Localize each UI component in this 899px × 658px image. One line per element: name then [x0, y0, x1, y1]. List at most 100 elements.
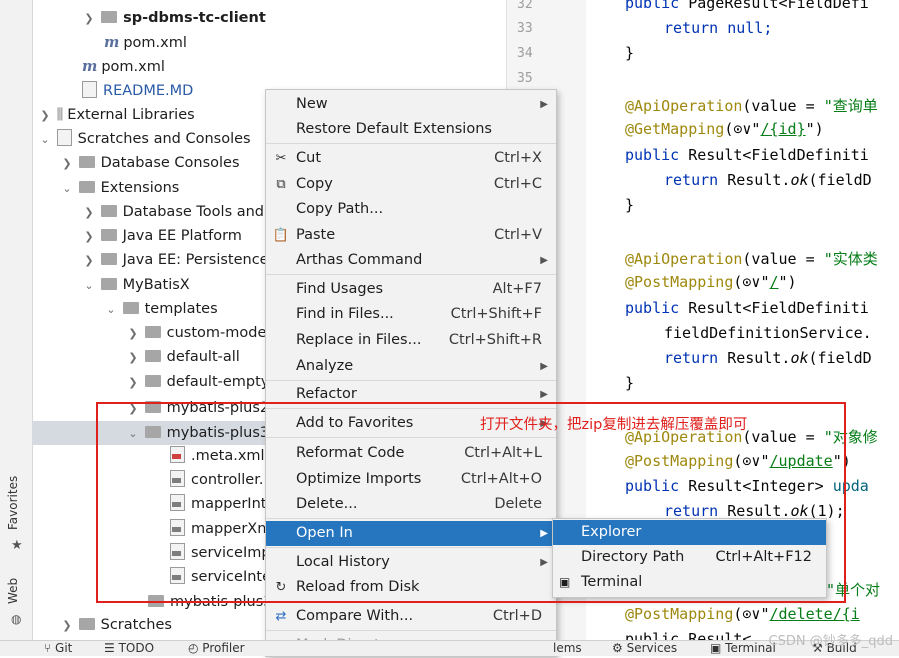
scissors-icon: ✂: [275, 151, 287, 166]
folder-icon: [100, 229, 117, 241]
code-line: @GetMapping(⊙∨"/{id}"): [625, 120, 824, 138]
chevron-right-icon[interactable]: ❯: [126, 346, 140, 370]
tab-terminal[interactable]: ▣ Terminal: [710, 641, 776, 656]
left-tool-strip: Favorites ★ Web ◍: [0, 0, 33, 655]
folder-icon: [78, 156, 95, 168]
code-line: fieldDefinitionService.: [664, 324, 872, 342]
tree-item-label: sp-dbms-tc-client: [123, 10, 266, 26]
menu-item-paste[interactable]: 📋 Paste Ctrl+V: [266, 223, 556, 248]
chevron-right-icon[interactable]: ❯: [82, 7, 96, 31]
code-line: @ApiOperation(value = "查询单: [625, 97, 878, 115]
chevron-right-icon[interactable]: ❯: [82, 201, 96, 225]
code-line: return Result.ok(fieldD: [664, 171, 872, 189]
bottom-tool-bar: ⑂ Git ☰ TODO ◴ Profiler lems ⚙ Services …: [0, 640, 899, 656]
menu-item-copy-path[interactable]: Copy Path...: [266, 197, 556, 222]
tab-problems[interactable]: lems: [553, 641, 582, 656]
chevron-down-icon[interactable]: ⌄: [104, 298, 118, 322]
tree-item-label: default-all: [166, 349, 240, 365]
line-number: 32: [517, 0, 533, 12]
tree-item[interactable]: ⌄ templates: [104, 297, 217, 322]
tree-item[interactable]: ❯ Java EE Platform: [82, 224, 242, 248]
chevron-down-icon[interactable]: ⌄: [60, 177, 74, 201]
tree-item-label: Database Tools and: [122, 204, 265, 220]
tree-item[interactable]: ❯ default-empty: [126, 370, 269, 394]
libraries-icon: ⫼: [56, 107, 64, 123]
chevron-right-icon[interactable]: ❯: [38, 104, 52, 128]
tree-item[interactable]: ❯ ⫼ External Libraries: [38, 103, 195, 128]
maven-icon: m: [104, 34, 120, 51]
folder-icon: [78, 181, 95, 193]
markdown-file-icon: [82, 81, 97, 98]
tree-item-label: Scratches: [100, 617, 172, 633]
code-line: public Result<FieldDefiniti: [625, 146, 869, 164]
menu-item-cut[interactable]: ✂ Cut Ctrl+X: [266, 146, 556, 171]
folder-icon: [78, 618, 95, 630]
menu-item-new[interactable]: New ▶: [266, 92, 556, 117]
chevron-down-icon[interactable]: ⌄: [38, 128, 52, 152]
chevron-right-icon[interactable]: ❯: [126, 322, 140, 346]
menu-item-copy[interactable]: ⧉ Copy Ctrl+C: [266, 172, 556, 197]
menu-item-arthas-command[interactable]: Arthas Command ▶: [266, 248, 556, 273]
compare-icon: ⇄: [275, 609, 287, 624]
tree-item[interactable]: ❯ sp-dbms-tc-client: [82, 6, 266, 31]
menu-item-analyze[interactable]: Analyze ▶: [266, 354, 556, 379]
tree-item-label: Java EE: Persistence: [122, 252, 269, 268]
tree-item[interactable]: README.MD: [82, 79, 193, 103]
tab-git[interactable]: ⑂ Git: [44, 641, 72, 656]
line-number: 34: [517, 46, 533, 61]
copy-icon: ⧉: [276, 177, 286, 192]
folder-icon: [100, 253, 117, 265]
chevron-down-icon[interactable]: ⌄: [82, 274, 96, 298]
chevron-right-icon[interactable]: ❯: [60, 614, 74, 638]
tab-todo[interactable]: ☰ TODO: [104, 641, 154, 656]
tree-item[interactable]: ❯ Database Tools and: [82, 200, 264, 224]
folder-icon: [122, 302, 139, 314]
code-line: return null;: [664, 19, 773, 37]
tree-item[interactable]: m pom.xml: [82, 55, 165, 79]
tree-item[interactable]: ❯ custom-mode: [126, 321, 266, 345]
chevron-right-icon[interactable]: ❯: [126, 371, 140, 395]
folder-icon: [100, 278, 117, 290]
tree-item-label: External Libraries: [67, 107, 195, 123]
folder-icon: [144, 350, 161, 362]
tab-profiler[interactable]: ◴ Profiler: [188, 641, 245, 656]
folder-icon: [101, 11, 118, 23]
menu-item-find-in-files[interactable]: Find in Files... Ctrl+Shift+F: [266, 302, 556, 327]
tree-item[interactable]: ❯ default-all: [126, 345, 240, 370]
menu-item-replace-in-files[interactable]: Replace in Files... Ctrl+Shift+R: [266, 328, 556, 353]
chevron-right-icon[interactable]: ❯: [82, 249, 96, 273]
menu-separator: [266, 380, 556, 381]
tree-item-label: pom.xml: [101, 59, 165, 75]
globe-icon[interactable]: ◍: [11, 612, 21, 626]
annotation-text: 打开文件夹，把zip复制进去解压覆盖即可: [480, 417, 748, 433]
menu-separator: [266, 143, 556, 144]
submenu-arrow-icon: ▶: [540, 255, 548, 266]
tree-item[interactable]: ❯ Scratches: [60, 613, 172, 637]
tree-item[interactable]: ❯ Java EE: Persistence: [82, 248, 269, 273]
tab-services[interactable]: ⚙ Services: [612, 641, 677, 656]
tree-item[interactable]: ⌄ Scratches and Consoles: [38, 127, 251, 151]
line-number: 35: [517, 71, 533, 86]
code-line: }: [625, 44, 635, 62]
code-line: @ApiOperation(value = "实体类: [625, 250, 878, 268]
tree-item-label: README.MD: [103, 83, 194, 99]
tree-item[interactable]: ⌄ Extensions: [60, 176, 179, 200]
web-tool-tab[interactable]: Web: [6, 578, 20, 604]
menu-item-compare-with[interactable]: ⇄ Compare With... Ctrl+D: [266, 604, 556, 629]
tree-item[interactable]: m pom.xml: [104, 31, 187, 55]
tree-item-label: MyBatisX: [122, 277, 190, 293]
menu-item-restore-default-extensions[interactable]: Restore Default Extensions: [266, 117, 556, 142]
tree-item[interactable]: ⌄ MyBatisX: [82, 273, 190, 298]
menu-item-find-usages[interactable]: Find Usages Alt+F7: [266, 277, 556, 302]
submenu-arrow-icon: ▶: [540, 99, 548, 110]
star-icon[interactable]: ★: [11, 538, 23, 553]
code-line: }: [625, 196, 635, 214]
web-tab-label: Web: [6, 577, 20, 604]
favorites-tool-tab[interactable]: Favorites: [6, 476, 20, 530]
tree-item[interactable]: ❯ Database Consoles: [60, 151, 239, 176]
chevron-right-icon[interactable]: ❯: [60, 152, 74, 176]
chevron-right-icon[interactable]: ❯: [82, 225, 96, 249]
scratches-icon: [56, 129, 72, 146]
watermark: CSDN @钞多多_qdd: [768, 634, 893, 649]
tree-item-label: custom-mode: [166, 325, 267, 341]
